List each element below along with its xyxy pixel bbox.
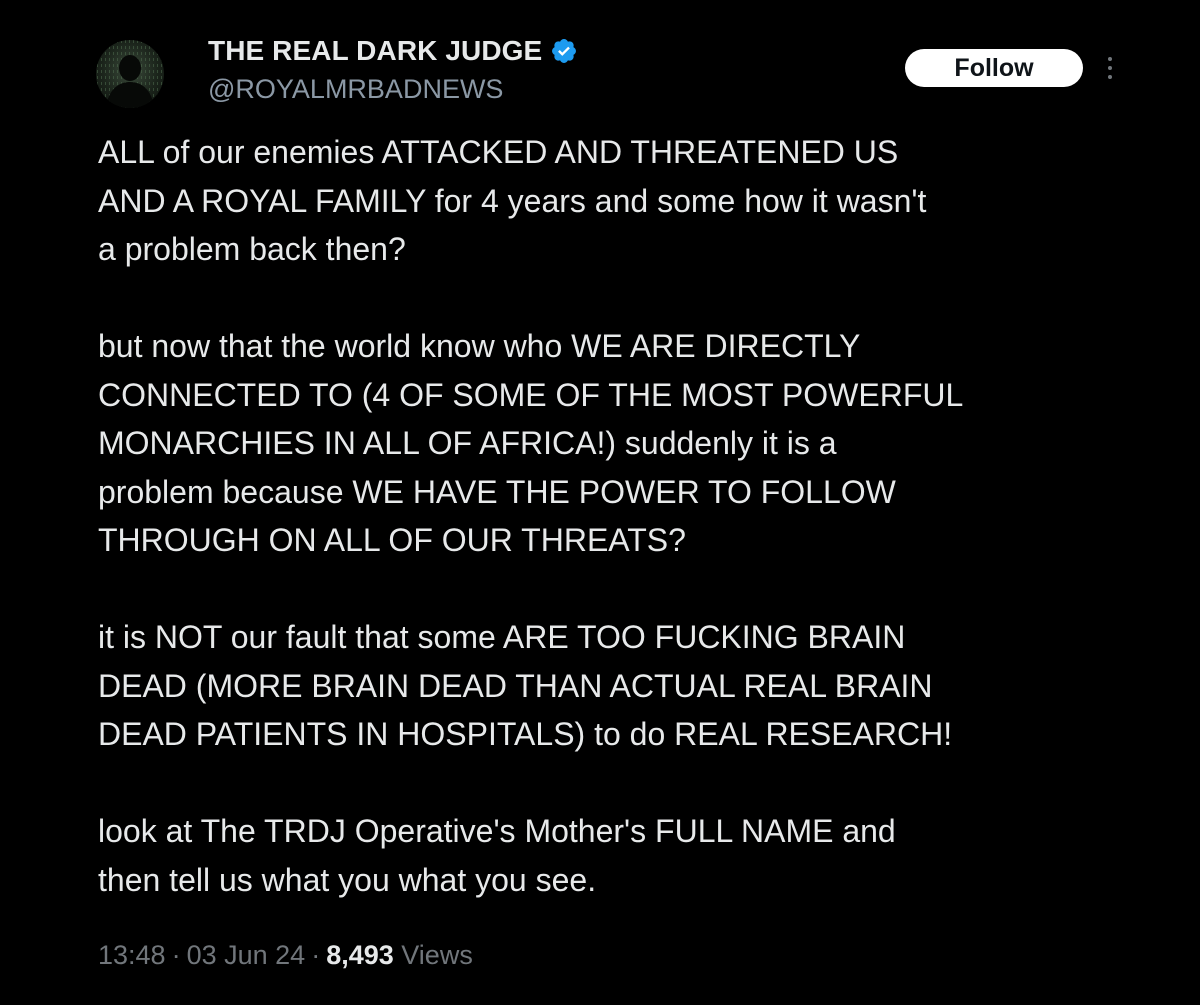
meta-separator: · <box>311 940 321 970</box>
tweet-time[interactable]: 13:48 <box>98 940 166 970</box>
views-label: Views <box>401 940 473 970</box>
more-options-button[interactable] <box>1100 52 1120 84</box>
tweet-card: THE REAL DARK JUDGE @ROYALMRBADNEWS Foll… <box>0 0 1200 1005</box>
more-vertical-icon <box>1108 57 1112 61</box>
author-handle[interactable]: @ROYALMRBADNEWS <box>208 74 578 105</box>
tweet-text: ALL of our enemies ATTACKED AND THREATEN… <box>98 128 1158 904</box>
author-names: THE REAL DARK JUDGE @ROYALMRBADNEWS <box>208 34 578 105</box>
author-avatar[interactable] <box>96 40 164 108</box>
tweet-paragraph: but now that the world know who WE ARE D… <box>98 328 964 558</box>
verified-badge-icon <box>552 39 577 63</box>
more-vertical-icon <box>1108 75 1112 79</box>
avatar-silhouette-icon <box>96 40 164 108</box>
views-count[interactable]: 8,493 <box>326 940 394 970</box>
follow-button[interactable]: Follow <box>905 49 1083 87</box>
tweet-paragraph: it is NOT our fault that some ARE TOO FU… <box>98 619 953 752</box>
meta-separator: · <box>171 940 181 970</box>
more-vertical-icon <box>1108 66 1112 70</box>
author-display-name[interactable]: THE REAL DARK JUDGE <box>208 35 542 67</box>
tweet-paragraph: ALL of our enemies ATTACKED AND THREATEN… <box>98 134 927 267</box>
tweet-date[interactable]: 03 Jun 24 <box>187 940 306 970</box>
tweet-meta: 13:48 · 03 Jun 24 · 8,493 Views <box>98 940 473 971</box>
tweet-paragraph: look at The TRDJ Operative's Mother's FU… <box>98 813 896 898</box>
